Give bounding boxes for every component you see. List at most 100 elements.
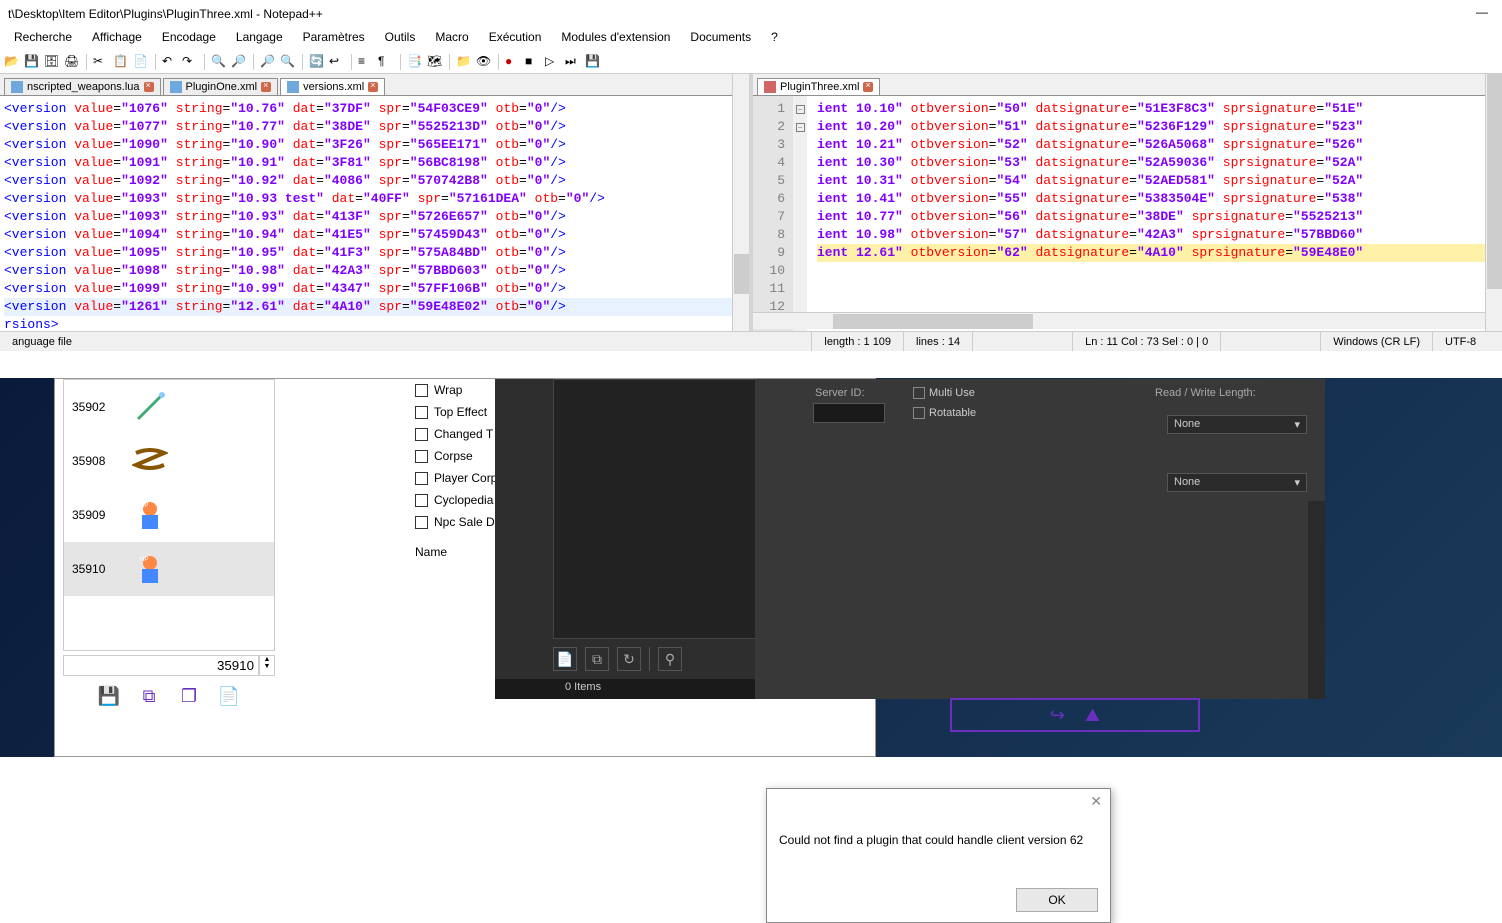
image-icon[interactable]: ⛰ <box>1085 705 1100 726</box>
window-controls: — <box>1462 0 1502 24</box>
menu-exécution[interactable]: Exécution <box>479 28 552 50</box>
menu-encodage[interactable]: Encodage <box>152 28 226 50</box>
find-icon[interactable]: 🔍 <box>211 54 227 70</box>
copy-icon[interactable]: 📋 <box>113 54 129 70</box>
cut-icon[interactable]: ✂ <box>93 54 109 70</box>
record-icon[interactable]: ● <box>505 54 521 70</box>
editor-pane-right: PluginThree.xml 123456789101112 − − ient… <box>753 74 1502 331</box>
save-icon[interactable]: 💾 <box>24 54 40 70</box>
item-35908[interactable]: 35908 <box>64 434 274 488</box>
rotatable-checkbox[interactable]: Rotatable <box>913 407 976 419</box>
func-list-icon[interactable]: 📑 <box>407 54 423 70</box>
scrollbar-h-right[interactable] <box>753 312 1485 329</box>
server-id-input[interactable] <box>813 403 885 423</box>
dropdown-1[interactable]: None▾ <box>1167 415 1307 434</box>
menu-affichage[interactable]: Affichage <box>82 28 152 50</box>
save-item-icon[interactable]: 💾 <box>95 684 123 708</box>
tab-close-icon[interactable] <box>863 82 873 92</box>
redo-icon[interactable]: ↷ <box>182 54 198 70</box>
fold-minus-icon[interactable]: − <box>796 105 805 114</box>
print-icon[interactable]: 🖨 <box>64 54 80 70</box>
menu-outils[interactable]: Outils <box>375 28 426 50</box>
dialog-message: Could not find a plugin that could handl… <box>767 817 1110 863</box>
menu-?[interactable]: ? <box>761 28 788 50</box>
open-icon[interactable]: 📂 <box>4 54 20 70</box>
play-multi-icon[interactable]: ⏭ <box>565 54 581 70</box>
show-all-icon[interactable]: ¶ <box>378 54 394 70</box>
item-id-spinner[interactable]: ▲▼ <box>259 655 275 676</box>
wrap-icon[interactable]: ↩ <box>329 54 345 70</box>
tab-PluginOne.xml[interactable]: PluginOne.xml <box>163 78 279 95</box>
doc-map-icon[interactable]: 🗺 <box>427 54 443 70</box>
editor-pane-left: nscripted_weapons.luaPluginOne.xmlversio… <box>0 74 753 331</box>
find-sprite-icon[interactable]: ⚲ <box>658 647 682 671</box>
folder-icon[interactable]: 📁 <box>456 54 472 70</box>
replace-icon[interactable]: 🔎 <box>231 54 247 70</box>
tab-close-icon[interactable] <box>368 82 378 92</box>
tab-bar-left: nscripted_weapons.luaPluginOne.xmlversio… <box>0 74 749 96</box>
chevron-down-icon: ▾ <box>1294 476 1300 489</box>
play-icon[interactable]: ▷ <box>545 54 561 70</box>
copy-item-icon[interactable]: ❐ <box>175 684 203 708</box>
tab-versions.xml[interactable]: versions.xml <box>280 78 385 95</box>
sync-icon[interactable]: 🔄 <box>309 54 325 70</box>
item-sprite: HP <box>132 497 168 533</box>
duplicate-icon[interactable]: ⧉ <box>135 684 163 708</box>
status-position: Ln : 11 Col : 73 Sel : 0 | 0 <box>1072 332 1220 351</box>
copy-sprite-icon[interactable]: ⧉ <box>585 647 609 671</box>
item-id-input-row: ▲▼ <box>63 655 275 676</box>
menu-macro[interactable]: Macro <box>425 28 478 50</box>
item-35910[interactable]: 35910HP <box>64 542 274 596</box>
scrollbar-v-left[interactable] <box>732 74 749 331</box>
tab-PluginThree.xml[interactable]: PluginThree.xml <box>757 78 880 95</box>
desktop-background: 359023590835909HP35910HP ▲▼ 💾 ⧉ ❐ 📄 Wrap… <box>0 378 1502 757</box>
dialog-ok-button[interactable]: OK <box>1016 888 1098 912</box>
zoom-out-icon[interactable]: 🔍 <box>280 54 296 70</box>
menu-paramètres[interactable]: Paramètres <box>293 28 375 50</box>
menu-documents[interactable]: Documents <box>680 28 761 50</box>
save-all-icon[interactable]: 🗄 <box>44 54 60 70</box>
fold-column[interactable]: − − <box>793 96 807 331</box>
reload-sprite-icon[interactable]: ↻ <box>617 647 641 671</box>
new-item-icon[interactable]: 📄 <box>215 684 243 708</box>
new-sprite-icon[interactable]: 📄 <box>553 647 577 671</box>
indent-icon[interactable]: ≡ <box>358 54 374 70</box>
chevron-down-icon: ▾ <box>1294 418 1300 431</box>
fold-minus-icon[interactable]: − <box>796 123 805 132</box>
stop-icon[interactable]: ■ <box>525 54 541 70</box>
code-area-left[interactable]: <version value="1076" string="10.76" dat… <box>0 96 749 331</box>
item-attributes-panel: Server ID: Multi Use Rotatable Read / Wr… <box>755 379 1325 699</box>
item-editor-window: 359023590835909HP35910HP ▲▼ 💾 ⧉ ❐ 📄 Wrap… <box>54 378 876 757</box>
item-35902[interactable]: 35902 <box>64 380 274 434</box>
scrollbar-v-right[interactable] <box>1485 74 1502 331</box>
menu-modules d'extension[interactable]: Modules d'extension <box>551 28 680 50</box>
undo-icon[interactable]: ↶ <box>162 54 178 70</box>
menu-langage[interactable]: Langage <box>226 28 293 50</box>
editor-split: nscripted_weapons.luaPluginOne.xmlversio… <box>0 74 1502 331</box>
action-box-1: ↪ ⛰ <box>950 698 1200 732</box>
dialog-close-icon[interactable]: ✕ <box>1090 793 1102 813</box>
dropdown-2[interactable]: None▾ <box>1167 473 1307 492</box>
paste-icon[interactable]: 📄 <box>133 54 149 70</box>
menu-recherche[interactable]: Recherche <box>4 28 82 50</box>
save-macro-icon[interactable]: 💾 <box>585 54 601 70</box>
zoom-in-icon[interactable]: 🔎 <box>260 54 276 70</box>
tab-nscripted_weapons.lua[interactable]: nscripted_weapons.lua <box>4 78 161 95</box>
gutter-right: 123456789101112 <box>753 96 793 331</box>
item-35909[interactable]: 35909HP <box>64 488 274 542</box>
file-icon <box>11 81 23 93</box>
export-icon[interactable]: ↪ <box>1050 705 1065 726</box>
tab-close-icon[interactable] <box>261 82 271 92</box>
multi-use-checkbox[interactable]: Multi Use <box>913 387 975 399</box>
window-title: t\Desktop\Item Editor\Plugins\PluginThre… <box>8 7 323 21</box>
item-sprite <box>132 443 168 479</box>
item-id-input[interactable] <box>63 655 259 676</box>
title-bar: t\Desktop\Item Editor\Plugins\PluginThre… <box>0 0 1502 28</box>
item-list[interactable]: 359023590835909HP35910HP <box>63 379 275 651</box>
code-area-right[interactable]: ient 10.10" otbversion="50" datsignature… <box>753 96 1502 262</box>
tab-bar-right: PluginThree.xml <box>753 74 1502 96</box>
monitor-icon[interactable]: 👁 <box>476 54 492 70</box>
minimize-button[interactable]: — <box>1462 0 1502 24</box>
tab-close-icon[interactable] <box>144 82 154 92</box>
scrollbar-attributes[interactable] <box>1308 501 1325 699</box>
